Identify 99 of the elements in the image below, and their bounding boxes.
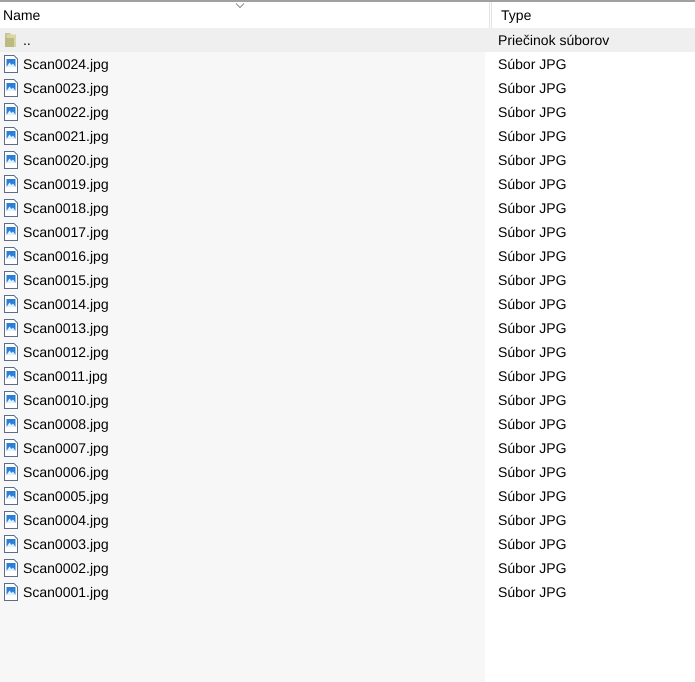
image-file-icon	[3, 487, 19, 505]
file-type: Súbor JPG	[497, 54, 566, 74]
file-type: Súbor JPG	[497, 414, 566, 434]
file-type: Súbor JPG	[497, 174, 566, 194]
image-file-icon	[3, 295, 19, 313]
file-row[interactable]: Scan0023.jpg Súbor JPG	[0, 76, 695, 100]
image-file-icon	[3, 415, 19, 433]
file-type: Súbor JPG	[497, 126, 566, 146]
file-row[interactable]: Scan0016.jpg Súbor JPG	[0, 244, 695, 268]
column-header[interactable]: Name	[0, 2, 489, 28]
image-file-icon	[3, 175, 19, 193]
file-type: Súbor JPG	[497, 438, 566, 458]
file-row[interactable]: Scan0006.jpg Súbor JPG	[0, 460, 695, 484]
image-file-icon	[3, 103, 19, 121]
file-row[interactable]: Scan0001.jpg Súbor JPG	[0, 580, 695, 604]
file-name: ..	[23, 30, 31, 50]
file-type: Súbor JPG	[497, 582, 566, 602]
file-type: Súbor JPG	[497, 390, 566, 410]
file-name: Scan0010.jpg	[23, 390, 109, 410]
image-file-icon	[3, 271, 19, 289]
file-name: Scan0003.jpg	[23, 534, 109, 554]
file-row[interactable]: Scan0020.jpg Súbor JPG	[0, 148, 695, 172]
file-row[interactable]: Scan0017.jpg Súbor JPG	[0, 220, 695, 244]
sort-caret-icon	[235, 2, 245, 9]
image-file-icon	[3, 559, 19, 577]
image-file-icon	[3, 199, 19, 217]
file-row[interactable]: Scan0013.jpg Súbor JPG	[0, 316, 695, 340]
file-row[interactable]: .. Priečinok súborov	[0, 28, 695, 52]
file-row[interactable]: Scan0015.jpg Súbor JPG	[0, 268, 695, 292]
file-type: Súbor JPG	[497, 558, 566, 578]
file-type: Súbor JPG	[497, 294, 566, 314]
file-type: Súbor JPG	[497, 486, 566, 506]
file-name: Scan0023.jpg	[23, 78, 109, 98]
file-name: Scan0012.jpg	[23, 342, 109, 362]
file-row[interactable]: Scan0011.jpg Súbor JPG	[0, 364, 695, 388]
file-type: Súbor JPG	[497, 222, 566, 242]
file-name: Scan0005.jpg	[23, 486, 109, 506]
file-type: Súbor JPG	[497, 246, 566, 266]
file-type: Súbor JPG	[497, 150, 566, 170]
file-row[interactable]: Scan0008.jpg Súbor JPG	[0, 412, 695, 436]
image-file-icon	[3, 151, 19, 169]
file-name: Scan0016.jpg	[23, 246, 109, 266]
image-file-icon	[3, 463, 19, 481]
file-name: Scan0024.jpg	[23, 54, 109, 74]
file-name: Scan0006.jpg	[23, 462, 109, 482]
file-name: Scan0021.jpg	[23, 126, 109, 146]
file-type: Súbor JPG	[497, 534, 566, 554]
file-name: Scan0022.jpg	[23, 102, 109, 122]
file-type: Súbor JPG	[497, 102, 566, 122]
file-name: Scan0001.jpg	[23, 582, 109, 602]
file-row[interactable]: Scan0005.jpg Súbor JPG	[0, 484, 695, 508]
file-name: Scan0014.jpg	[23, 294, 109, 314]
file-name: Scan0004.jpg	[23, 510, 109, 530]
file-row[interactable]: Scan0010.jpg Súbor JPG	[0, 388, 695, 412]
file-name: Scan0018.jpg	[23, 198, 109, 218]
file-row[interactable]: Scan0019.jpg Súbor JPG	[0, 172, 695, 196]
file-row[interactable]: Scan0018.jpg Súbor JPG	[0, 196, 695, 220]
file-row[interactable]: Scan0003.jpg Súbor JPG	[0, 532, 695, 556]
column-header[interactable]: Type	[492, 2, 695, 28]
file-type: Súbor JPG	[497, 318, 566, 338]
image-file-icon	[3, 127, 19, 145]
file-type: Súbor JPG	[497, 366, 566, 386]
image-file-icon	[3, 583, 19, 601]
file-type: Súbor JPG	[497, 462, 566, 482]
image-file-icon	[3, 367, 19, 385]
file-name: Scan0017.jpg	[23, 222, 109, 242]
file-row[interactable]: Scan0014.jpg Súbor JPG	[0, 292, 695, 316]
image-file-icon	[3, 319, 19, 337]
file-row[interactable]: Scan0021.jpg Súbor JPG	[0, 124, 695, 148]
file-row[interactable]: Scan0024.jpg Súbor JPG	[0, 52, 695, 76]
image-file-icon	[3, 391, 19, 409]
file-name: Scan0020.jpg	[23, 150, 109, 170]
file-type: Priečinok súborov	[497, 30, 610, 50]
file-name: Scan0013.jpg	[23, 318, 109, 338]
file-type: Súbor JPG	[497, 510, 566, 530]
image-file-icon	[3, 535, 19, 553]
file-name: Scan0002.jpg	[23, 558, 109, 578]
image-file-icon	[3, 511, 19, 529]
file-row[interactable]: Scan0012.jpg Súbor JPG	[0, 340, 695, 364]
image-file-icon	[3, 439, 19, 457]
image-file-icon	[3, 343, 19, 361]
file-row[interactable]: Scan0004.jpg Súbor JPG	[0, 508, 695, 532]
file-row[interactable]: Scan0022.jpg Súbor JPG	[0, 100, 695, 124]
file-type: Súbor JPG	[497, 342, 566, 362]
file-name: Scan0015.jpg	[23, 270, 109, 290]
image-file-icon	[3, 247, 19, 265]
folder-icon	[3, 32, 19, 48]
file-type: Súbor JPG	[497, 270, 566, 290]
image-file-icon	[3, 55, 19, 73]
file-type: Súbor JPG	[497, 198, 566, 218]
image-file-icon	[3, 79, 19, 97]
file-name: Scan0007.jpg	[23, 438, 109, 458]
file-name: Scan0008.jpg	[23, 414, 109, 434]
file-row[interactable]: Scan0002.jpg Súbor JPG	[0, 556, 695, 580]
file-type: Súbor JPG	[497, 78, 566, 98]
image-file-icon	[3, 223, 19, 241]
file-row[interactable]: Scan0007.jpg Súbor JPG	[0, 436, 695, 460]
file-name: Scan0019.jpg	[23, 174, 109, 194]
file-name: Scan0011.jpg	[23, 366, 108, 386]
